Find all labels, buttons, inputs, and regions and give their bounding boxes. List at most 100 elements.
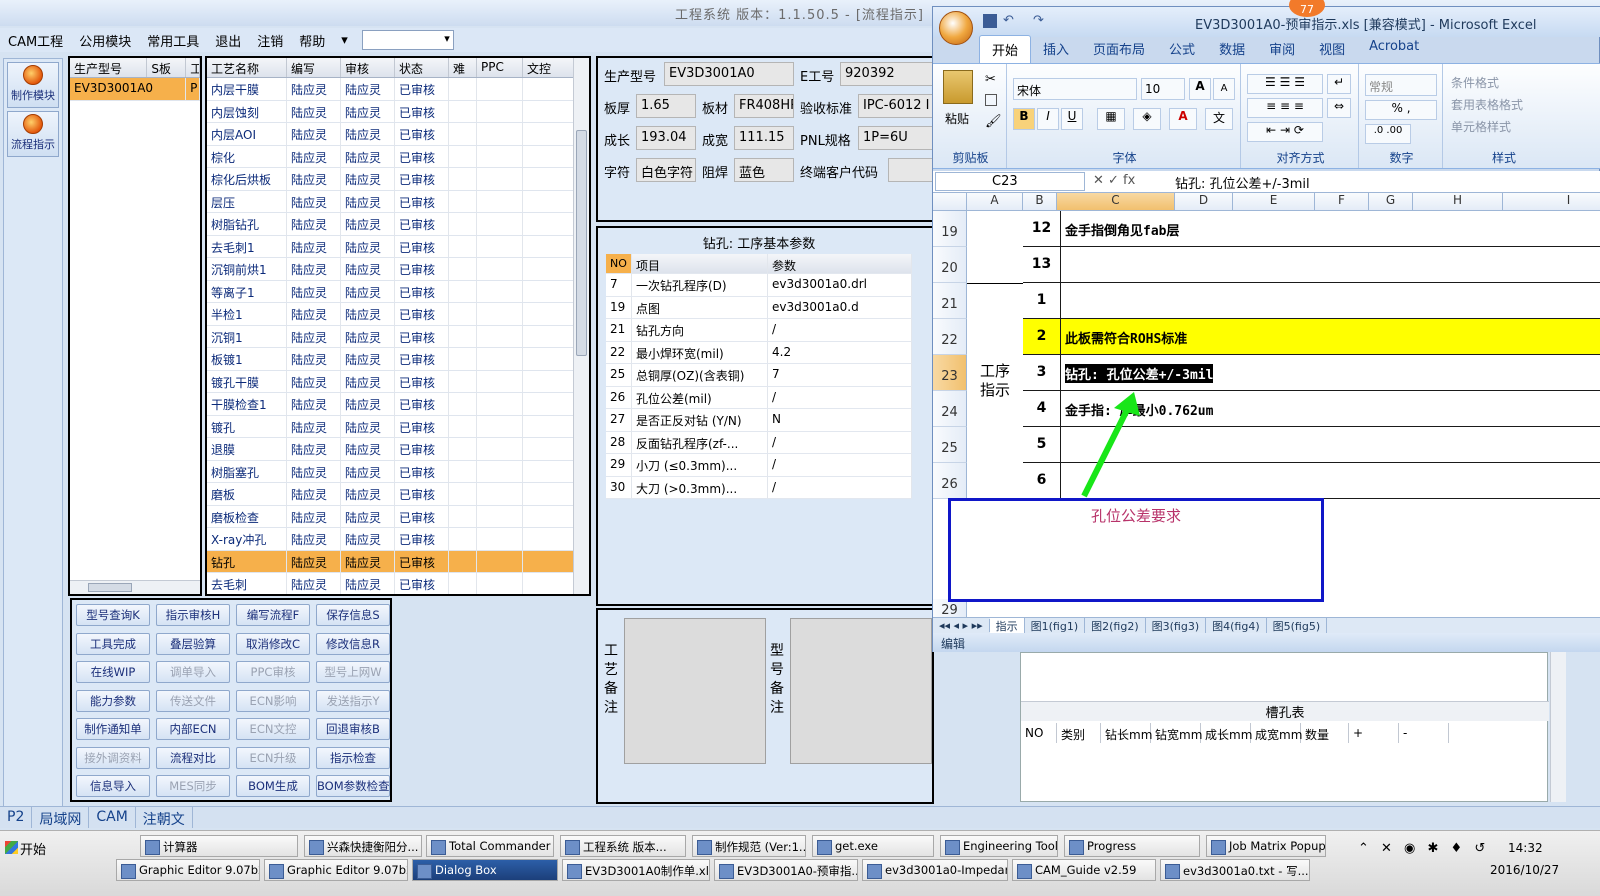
row-header[interactable]: 21: [933, 283, 967, 319]
menu-cam[interactable]: CAM工程: [0, 31, 71, 50]
conditional-format-button[interactable]: 条件格式: [1451, 74, 1499, 91]
italic-icon[interactable]: I: [1037, 108, 1059, 130]
toolbar-dropdown[interactable]: [361, 30, 454, 50]
clock-date[interactable]: 2016/10/27: [1490, 863, 1559, 877]
taskbar-button[interactable]: Job Matrix Popup: [1206, 835, 1326, 857]
start-button[interactable]: 开始: [2, 837, 52, 859]
process-row[interactable]: 磨板检查 陆应灵 陆应灵 已审核: [207, 505, 589, 528]
column-header[interactable]: A: [967, 193, 1023, 211]
param-row[interactable]: 7 一次钻孔程序(D) ev3d3001a0.drl: [606, 274, 912, 297]
process-row[interactable]: 等离子1 陆应灵 陆应灵 已审核: [207, 280, 589, 303]
col-reviewer[interactable]: 审核: [341, 58, 395, 77]
slot-col-header[interactable]: 成长mm: [1201, 723, 1252, 743]
taskbar-button[interactable]: Dialog Box: [412, 859, 558, 881]
thickness-field[interactable]: 1.65: [636, 94, 696, 118]
sheet-tab[interactable]: 指示: [989, 617, 1025, 634]
font-name-box[interactable]: 宋体: [1013, 78, 1137, 100]
slot-col-header[interactable]: +: [1349, 723, 1399, 743]
sheet-tab[interactable]: 图5(fig5): [1267, 617, 1328, 634]
taskbar-button[interactable]: 计算器: [140, 835, 298, 857]
process-row[interactable]: 内层AOI 陆应灵 陆应灵 已审核: [207, 123, 589, 146]
taskbar-button[interactable]: CAM_Guide v2.59: [1012, 859, 1156, 881]
grow-font-icon[interactable]: A: [1189, 78, 1211, 100]
process-row[interactable]: 树脂钻孔 陆应灵 陆应灵 已审核: [207, 213, 589, 236]
process-row[interactable]: 棕化后烘板 陆应灵 陆应灵 已审核: [207, 168, 589, 191]
action-button[interactable]: 修改信息R: [316, 632, 390, 655]
slot-col-header[interactable]: 钻宽mm: [1151, 723, 1202, 743]
col-ppc[interactable]: PPC: [477, 58, 523, 77]
row-header[interactable]: 20: [933, 247, 967, 283]
column-header[interactable]: G: [1369, 193, 1413, 211]
process-row[interactable]: 镀孔干膜 陆应灵 陆应灵 已审核: [207, 370, 589, 393]
select-all-corner[interactable]: [933, 193, 967, 211]
e-number-field[interactable]: 920392: [840, 62, 934, 86]
param-row[interactable]: 19 点图 ev3d3001a0.d: [606, 296, 912, 319]
process-vscroll[interactable]: [573, 58, 589, 594]
pnl-field[interactable]: 1P=6U: [858, 126, 934, 150]
align-left-icon[interactable]: ≡ ≡ ≡: [1247, 98, 1323, 118]
row-header[interactable]: 25: [933, 427, 967, 463]
slot-col-header[interactable]: 类别: [1057, 723, 1101, 743]
action-button[interactable]: 信息导入: [76, 775, 150, 797]
bottom-tab-cam[interactable]: CAM: [89, 807, 136, 828]
process-row[interactable]: 钻孔 陆应灵 陆应灵 已审核: [207, 550, 589, 573]
ribbon-tab[interactable]: 页面布局: [1081, 35, 1157, 63]
process-row[interactable]: 去毛刺 陆应灵 陆应灵 已审核: [207, 573, 589, 594]
row-header[interactable]: 19: [933, 211, 967, 247]
merge-icon[interactable]: ⇔: [1327, 98, 1351, 118]
process-row[interactable]: X-ray冲孔 陆应灵 陆应灵 已审核: [207, 528, 589, 551]
sheet-tab[interactable]: 图2(fig2): [1085, 617, 1146, 634]
process-remarks-box[interactable]: [624, 618, 766, 764]
taskbar-button[interactable]: Graphic Editor 9.07b2 (...: [264, 859, 408, 881]
col-status[interactable]: 状态: [395, 58, 449, 77]
paste-label[interactable]: 粘贴: [945, 110, 969, 127]
action-button[interactable]: 能力参数: [76, 689, 150, 712]
process-row[interactable]: 退膜 陆应灵 陆应灵 已审核: [207, 438, 589, 461]
borders-icon[interactable]: ▦: [1097, 108, 1125, 130]
menu-overflow-icon[interactable]: ▾: [333, 33, 356, 48]
column-header[interactable]: C: [1057, 193, 1175, 211]
percent-icon[interactable]: % ,: [1365, 100, 1437, 120]
fill-color-icon[interactable]: ◈: [1133, 108, 1161, 130]
standard-field[interactable]: IPC-6012 I: [858, 94, 934, 118]
menu-exit[interactable]: 退出: [207, 31, 249, 50]
length-field[interactable]: 193.04: [636, 126, 696, 150]
redo-icon[interactable]: ↷: [1033, 13, 1044, 28]
nav-make-module[interactable]: 制作模块: [7, 62, 59, 108]
action-button[interactable]: 流程对比: [156, 746, 230, 769]
action-button[interactable]: 指示检查: [316, 746, 390, 769]
column-header[interactable]: H: [1413, 193, 1503, 211]
column-header[interactable]: B: [1023, 193, 1057, 211]
clock-time[interactable]: 14:32: [1508, 841, 1543, 855]
process-row[interactable]: 层压 陆应灵 陆应灵 已审核: [207, 190, 589, 213]
action-button[interactable]: 内部ECN: [156, 718, 230, 740]
param-row[interactable]: 25 总铜厚(OZ)(含表铜) 7: [606, 364, 912, 387]
menu-tools[interactable]: 常用工具: [139, 31, 207, 50]
process-row[interactable]: 板镀1 陆应灵 陆应灵 已审核: [207, 348, 589, 371]
row-header[interactable]: 26: [933, 463, 967, 499]
ribbon-tab[interactable]: 开始: [979, 35, 1032, 63]
param-row[interactable]: 29 小刀 (≤0.3mm)... /: [606, 454, 912, 477]
model-hscroll[interactable]: [70, 580, 200, 594]
param-row[interactable]: 21 钻孔方向 /: [606, 319, 912, 342]
format-as-table-button[interactable]: 套用表格格式: [1451, 96, 1523, 113]
action-button[interactable]: 制作通知单: [76, 718, 150, 740]
param-row[interactable]: 27 是否正反对钻 (Y/N) N: [606, 409, 912, 432]
taskbar-button[interactable]: 兴森快捷衡阳分...: [304, 835, 422, 857]
row-header[interactable]: 22: [933, 319, 967, 355]
col-extra[interactable]: 工: [186, 58, 200, 77]
param-row[interactable]: 28 反面钻孔程序(zf-... /: [606, 431, 912, 454]
sheet-row[interactable]: 12 金手指倒角见fab层: [1023, 211, 1600, 247]
slot-col-header[interactable]: 数量: [1301, 723, 1349, 743]
column-header[interactable]: E: [1233, 193, 1315, 211]
ribbon-tab[interactable]: 插入: [1031, 35, 1081, 63]
bottom-tab-p2[interactable]: P2: [0, 807, 33, 828]
menu-help[interactable]: 帮助: [291, 31, 333, 50]
process-row[interactable]: 半检1 陆应灵 陆应灵 已审核: [207, 303, 589, 326]
decimal-icon[interactable]: .0 .00: [1365, 124, 1411, 144]
action-button[interactable]: 回退审核B: [316, 718, 390, 740]
sheet-row[interactable]: 13: [1023, 247, 1600, 283]
action-button[interactable]: BOM生成: [236, 775, 310, 797]
param-row[interactable]: 26 孔位公差(mil) /: [606, 386, 912, 409]
wrap-text-icon[interactable]: ↵: [1327, 74, 1351, 94]
